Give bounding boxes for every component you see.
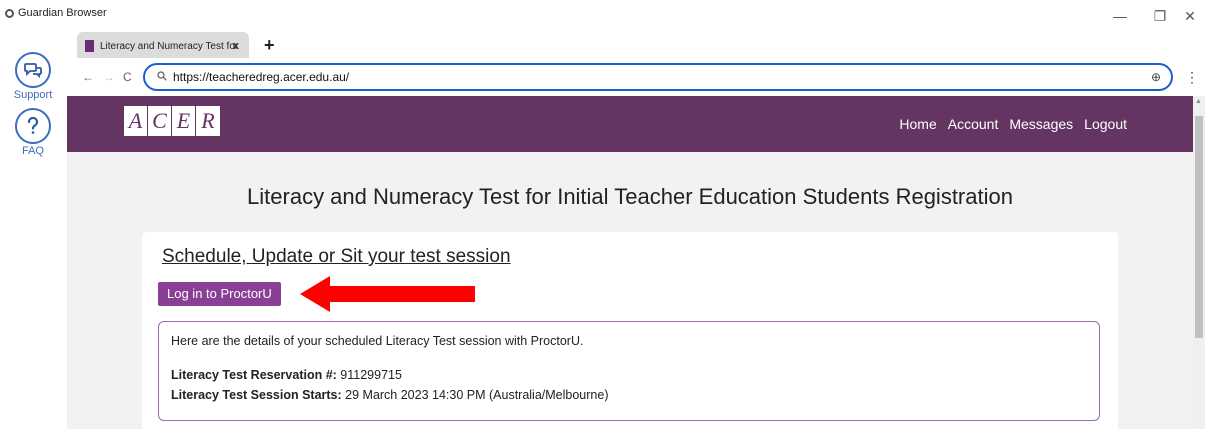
question-icon: [15, 108, 51, 144]
details-intro: Here are the details of your scheduled L…: [171, 334, 584, 348]
search-icon: [157, 70, 167, 84]
site-nav: Home Account Messages Logout: [899, 116, 1127, 132]
nav-home[interactable]: Home: [899, 116, 936, 132]
reload-icon[interactable]: C: [123, 70, 132, 84]
back-arrow-icon[interactable]: ←: [82, 70, 94, 84]
tab-literacy[interactable]: Literacy and Numeracy Test for x: [77, 32, 249, 60]
acer-logo[interactable]: A C E R: [124, 106, 220, 136]
left-rail: Support FAQ: [0, 30, 67, 429]
navigation-bar: ← → C https://teacheredreg.acer.edu.au/ …: [67, 58, 1205, 96]
vertical-scrollbar[interactable]: ▲: [1193, 96, 1205, 429]
tab-strip: Literacy and Numeracy Test for x +: [67, 30, 1205, 60]
minimize-button[interactable]: —: [1100, 4, 1140, 28]
logo-letter: R: [201, 108, 215, 133]
browser-window: Guardian Browser — ❐ ✕ Support FAQ Liter…: [0, 0, 1205, 429]
reservation-label: Literacy Test Reservation #:: [171, 368, 337, 382]
nav-logout[interactable]: Logout: [1084, 116, 1127, 132]
new-tab-button[interactable]: +: [264, 35, 275, 56]
zoom-icon[interactable]: ⊕: [1151, 70, 1161, 84]
faq-label: FAQ: [21, 145, 44, 157]
scroll-up-icon[interactable]: ▲: [1195, 98, 1202, 105]
tab-close-icon[interactable]: x: [233, 40, 239, 52]
faq-button[interactable]: FAQ: [13, 108, 53, 157]
nav-account[interactable]: Account: [948, 116, 999, 132]
title-bar: Guardian Browser — ❐ ✕: [0, 0, 1205, 30]
document-icon: [85, 40, 94, 52]
support-button[interactable]: Support: [13, 52, 53, 101]
chat-bubbles-icon: [15, 52, 51, 88]
logo-letter: A: [124, 106, 148, 136]
close-window-button[interactable]: ✕: [1170, 4, 1205, 28]
session-line: Literacy Test Session Starts: 29 March 2…: [171, 388, 1087, 402]
forward-arrow-icon[interactable]: →: [103, 70, 115, 84]
site-header: A C E R Home Account Messages Logout: [67, 96, 1193, 152]
red-arrow-icon: [300, 276, 475, 312]
card-heading: Schedule, Update or Sit your test sessio…: [162, 246, 511, 267]
address-bar[interactable]: https://teacheredreg.acer.edu.au/ ⊕: [143, 63, 1173, 91]
logo-letter: E: [172, 106, 196, 136]
session-value: 29 March 2023 14:30 PM (Australia/Melbou…: [345, 388, 609, 402]
tab-title: Literacy and Numeracy Test for: [100, 40, 239, 52]
scroll-thumb[interactable]: [1195, 116, 1203, 338]
menu-dots-icon[interactable]: ⋮: [1185, 69, 1199, 86]
session-card: Schedule, Update or Sit your test sessio…: [142, 232, 1118, 429]
nav-messages[interactable]: Messages: [1009, 116, 1073, 132]
guardian-logo-icon: [5, 8, 14, 18]
app-title-text: Guardian Browser: [18, 7, 107, 19]
log-in-proctoru-button[interactable]: Log in to ProctorU: [158, 282, 281, 306]
page-content: A C E R Home Account Messages Logout Lit…: [67, 96, 1193, 429]
page-title: Literacy and Numeracy Test for Initial T…: [247, 184, 1013, 209]
session-details: Here are the details of your scheduled L…: [158, 321, 1100, 421]
url-text[interactable]: https://teacheredreg.acer.edu.au/: [173, 70, 349, 84]
reservation-value: 911299715: [340, 368, 402, 382]
app-title: Guardian Browser: [5, 7, 107, 19]
session-label: Literacy Test Session Starts:: [171, 388, 342, 402]
support-label: Support: [13, 89, 53, 101]
reservation-line: Literacy Test Reservation #: 911299715: [171, 368, 1087, 382]
logo-letter: C: [148, 106, 172, 136]
